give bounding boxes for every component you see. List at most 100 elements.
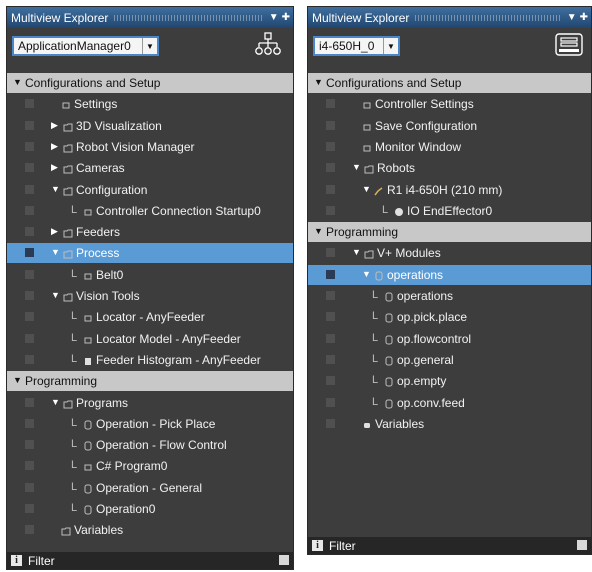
tree-item-label: R1 i4-650H (210 mm) [387,182,503,197]
tree-connector: L [372,310,379,323]
expand-down-icon[interactable]: ▼ [314,77,323,87]
expand-down-icon[interactable]: ▼ [352,247,361,257]
folder-icon [63,142,73,153]
drag-grip[interactable] [114,14,263,21]
tree-item[interactable]: L Belt0 [7,265,293,285]
tree-item-label: op.conv.feed [397,395,465,410]
controller-icon[interactable] [554,32,584,58]
program-icon [384,334,394,345]
tree-item[interactable]: ▼ operations [308,264,591,285]
expand-down-icon[interactable]: ▼ [51,290,60,300]
folder-icon [63,248,73,259]
tree-item-label: Configurations and Setup [25,76,161,90]
row-marker [25,205,34,215]
tree-item[interactable]: ▼ Programs [7,393,293,413]
tree-item[interactable]: L Locator Model - AnyFeeder [7,329,293,349]
tree-item[interactable]: L C# Program0 [7,456,293,476]
tree-item-label: Vision Tools [76,289,140,303]
tree-item[interactable]: Monitor Window [308,137,591,157]
tree-item[interactable]: ▶ Feeders [7,222,293,242]
tree-item[interactable]: ▼ Process [7,243,293,264]
tree-item[interactable]: ▶ Robot Vision Manager [7,137,293,157]
expand-right-icon[interactable]: ▶ [51,120,58,131]
tree-item[interactable]: ▶ Cameras [7,158,293,178]
expand-down-icon[interactable]: ▼ [362,269,371,279]
expand-down-icon[interactable]: ▼ [352,162,361,172]
row-marker [25,525,34,535]
filter-label[interactable]: Filter [329,539,356,553]
filter-toggle-icon[interactable] [577,540,587,550]
tree-item[interactable]: ▼ Configuration [7,180,293,200]
row-marker [25,141,34,151]
tree-item[interactable]: Variables [308,414,591,434]
tree-item[interactable]: L Controller Connection Startup0 [7,201,293,221]
multiview-explorer-right: Multiview Explorer ▼ ✚ i4-650H_0 ▼ ▼ Conf… [307,6,592,555]
expand-right-icon[interactable]: ▶ [51,226,58,237]
explorer-toolbar: i4-650H_0 ▼ [308,28,591,62]
tree-item[interactable]: ▼ V+ Modules [308,243,591,263]
section-header[interactable]: ▼ Programming [308,222,591,243]
tree-item[interactable]: ▶ 3D Visualization [7,116,293,136]
tree-connector: L [372,352,379,365]
tree-item[interactable]: ▼ Vision Tools [7,286,293,306]
explorer-tree: ▼ Configurations and Setup Settings ▶ 3D Vis… [7,73,293,552]
expand-down-icon[interactable]: ▼ [51,247,60,257]
chevron-down-icon[interactable]: ▼ [383,38,398,54]
tree-item[interactable]: L Operation0 [7,499,293,519]
tree-item[interactable]: Variables [7,520,293,540]
tree-item[interactable]: Controller Settings [308,94,591,114]
expand-down-icon[interactable]: ▼ [362,184,371,194]
tree-item[interactable]: L IO EndEffector0 [308,201,591,221]
pin-icon[interactable]: ✚ [580,12,588,23]
tree-item[interactable]: Lop.pick.place [308,307,591,327]
filter-bar[interactable]: i Filter [308,537,591,554]
settings-icon [61,99,71,109]
network-hierarchy-icon[interactable] [255,32,281,58]
tree-item[interactable]: L Operation - Pick Place [7,414,293,434]
row-marker [326,163,335,173]
operation-icon [83,483,93,494]
tree-item[interactable]: Lop.empty [308,371,591,391]
dropdown-arrow-icon[interactable]: ▼ [269,12,279,23]
tree-item[interactable]: L Operation - General [7,478,293,498]
expand-down-icon[interactable]: ▼ [51,397,60,407]
chevron-down-icon[interactable]: ▼ [142,38,157,54]
section-header[interactable]: ▼ Configurations and Setup [308,73,591,93]
tree-item[interactable]: Settings [7,94,293,114]
tree-item-label: IO EndEffector0 [407,203,493,218]
drag-grip[interactable] [415,14,561,21]
tree-connector: L [71,438,78,451]
row-marker [25,120,34,130]
tree-item[interactable]: ▼ R1 i4-650H (210 mm) [308,180,591,200]
operation-icon [83,419,93,430]
tree-item-label: Programs [76,395,129,410]
section-header[interactable]: ▼ Programming [7,371,293,392]
tree-item[interactable]: Lop.flowcontrol [308,329,591,349]
filter-bar[interactable]: i Filter [7,552,293,569]
tree-item[interactable]: L Operation - Flow Control [7,435,293,455]
tree-item[interactable]: Lop.conv.feed [308,393,591,413]
filter-label[interactable]: Filter [28,554,55,568]
tree-item[interactable]: Lop.general [308,350,591,370]
tree-item[interactable]: Save Configuration [308,116,591,136]
pin-icon[interactable]: ✚ [282,12,290,23]
expand-down-icon[interactable]: ▼ [13,77,22,87]
expand-down-icon[interactable]: ▼ [13,375,22,385]
tree-item-label: Controller Connection Startup0 [96,203,261,218]
dropdown-arrow-icon[interactable]: ▼ [567,12,577,23]
tree-item-label: Programming [326,225,399,240]
expand-down-icon[interactable]: ▼ [51,184,60,194]
tree-item-label: Operation - Flow Control [96,438,227,453]
controller-selector[interactable]: i4-650H_0 ▼ [313,36,400,56]
tree-item[interactable]: ▼ Robots [308,158,591,178]
tree-item[interactable]: L Locator - AnyFeeder [7,307,293,327]
expand-right-icon[interactable]: ▶ [51,162,58,173]
filter-toggle-icon[interactable] [279,555,289,565]
row-marker [25,312,34,322]
section-header[interactable]: ▼ Configurations and Setup [7,73,293,93]
tree-item[interactable]: Loperations [308,286,591,306]
application-selector[interactable]: ApplicationManager0 ▼ [12,36,159,56]
expand-right-icon[interactable]: ▶ [51,141,58,152]
expand-down-icon[interactable]: ▼ [314,226,323,236]
tree-item[interactable]: L Feeder Histogram - AnyFeeder [7,350,293,370]
